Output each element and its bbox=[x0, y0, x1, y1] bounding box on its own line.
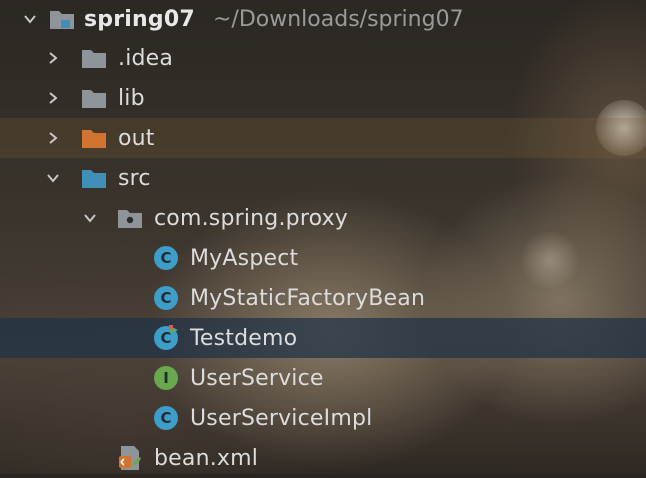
tree-item-label: UserServiceImpl bbox=[190, 405, 373, 431]
tree-item-label: com.spring.proxy bbox=[154, 205, 349, 231]
chevron-down-icon[interactable] bbox=[22, 11, 38, 27]
chevron-right-icon[interactable] bbox=[45, 130, 61, 146]
project-tree: spring07 ~/Downloads/spring07 .idea lib … bbox=[0, 0, 646, 474]
tree-row-package[interactable]: com.spring.proxy bbox=[0, 198, 646, 238]
chevron-down-icon[interactable] bbox=[82, 210, 98, 226]
module-folder-icon bbox=[48, 7, 76, 31]
interface-icon: I bbox=[152, 366, 180, 390]
chevron-down-icon[interactable] bbox=[45, 170, 61, 186]
class-badge: C bbox=[154, 246, 178, 270]
tree-row-userserviceimpl[interactable]: C UserServiceImpl bbox=[0, 398, 646, 438]
tree-row-src[interactable]: src bbox=[0, 158, 646, 198]
folder-icon bbox=[80, 86, 108, 110]
tree-item-label: src bbox=[118, 165, 151, 191]
class-badge: C bbox=[154, 406, 178, 430]
spring-xml-icon bbox=[116, 446, 144, 470]
class-icon: C bbox=[152, 286, 180, 310]
tree-row-bean-xml[interactable]: bean.xml bbox=[0, 438, 646, 478]
package-icon bbox=[116, 206, 144, 230]
tree-row-project-root[interactable]: spring07 ~/Downloads/spring07 bbox=[0, 0, 646, 38]
tree-row-userservice[interactable]: I UserService bbox=[0, 358, 646, 398]
tree-item-label: Testdemo bbox=[190, 325, 298, 351]
class-icon: C bbox=[152, 406, 180, 430]
tree-row-myaspect[interactable]: C MyAspect bbox=[0, 238, 646, 278]
tree-row-mystaticfactorybean[interactable]: C MyStaticFactoryBean bbox=[0, 278, 646, 318]
class-icon: C bbox=[152, 246, 180, 270]
runnable-class-icon: C bbox=[152, 325, 180, 350]
folder-icon bbox=[80, 46, 108, 70]
tree-item-label: lib bbox=[118, 85, 145, 111]
tree-row-lib[interactable]: lib bbox=[0, 78, 646, 118]
class-badge: C bbox=[154, 286, 178, 310]
tree-row-idea[interactable]: .idea bbox=[0, 38, 646, 78]
tree-item-label: bean.xml bbox=[154, 445, 259, 471]
excluded-folder-icon bbox=[80, 126, 108, 150]
project-name: spring07 bbox=[84, 6, 195, 32]
tree-item-label: MyAspect bbox=[190, 245, 299, 271]
chevron-right-icon[interactable] bbox=[45, 90, 61, 106]
tree-item-label: MyStaticFactoryBean bbox=[190, 285, 426, 311]
tree-row-testdemo[interactable]: C Testdemo bbox=[0, 318, 646, 358]
source-folder-icon bbox=[80, 166, 108, 190]
run-marker-icon bbox=[169, 325, 178, 334]
tree-item-label: UserService bbox=[190, 365, 324, 391]
interface-badge: I bbox=[154, 366, 178, 390]
chevron-right-icon[interactable] bbox=[45, 50, 61, 66]
project-path: ~/Downloads/spring07 bbox=[213, 6, 464, 32]
tree-item-label: out bbox=[118, 125, 155, 151]
tree-item-label: .idea bbox=[118, 45, 174, 71]
tree-row-out[interactable]: out bbox=[0, 118, 646, 158]
